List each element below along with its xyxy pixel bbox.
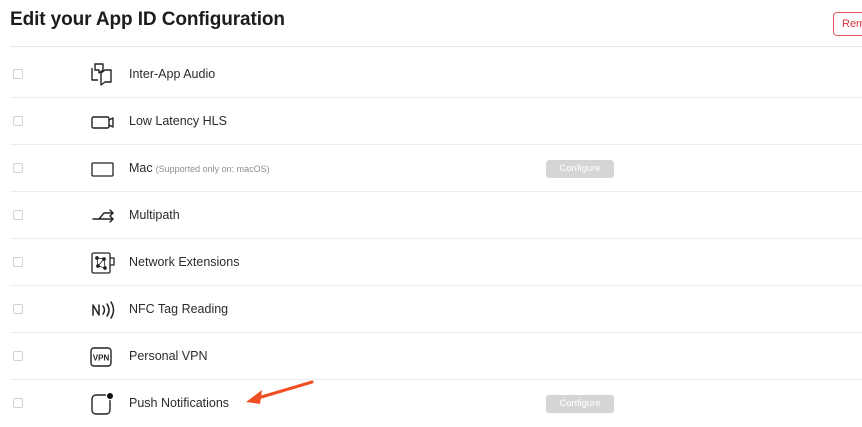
header-divider	[10, 46, 862, 47]
capability-row-nfc-tag-reading: NFC Tag Reading	[0, 286, 862, 333]
capability-checkbox[interactable]	[13, 351, 23, 361]
capability-checkbox[interactable]	[13, 69, 23, 79]
capability-label: Personal VPN	[129, 349, 208, 363]
network-extensions-icon	[89, 249, 117, 277]
page-title: Edit your App ID Configuration	[10, 9, 285, 30]
vpn-icon-text: VPN	[93, 354, 110, 363]
capability-row-multipath: Multipath	[0, 192, 862, 239]
capability-label: Inter-App Audio	[129, 67, 216, 81]
capability-checkbox[interactable]	[13, 163, 23, 173]
capability-checkbox[interactable]	[13, 257, 23, 267]
capability-row-low-latency-hls: Low Latency HLS	[0, 98, 862, 145]
remove-button[interactable]: Remove	[833, 12, 862, 36]
mac-icon	[89, 155, 117, 183]
capability-label: Push Notifications	[129, 396, 230, 410]
capability-row-inter-app-audio: Inter-App Audio	[0, 51, 862, 98]
capability-name: Mac	[129, 161, 153, 175]
configure-button[interactable]: Configure	[546, 395, 614, 413]
capability-label: Low Latency HLS	[129, 114, 227, 128]
personal-vpn-icon: VPN	[89, 343, 117, 371]
low-latency-hls-icon	[89, 108, 117, 136]
capability-label: NFC Tag Reading	[129, 302, 229, 316]
capability-label: Network Extensions	[129, 255, 240, 269]
multipath-icon	[89, 202, 117, 230]
capability-checkbox[interactable]	[13, 398, 23, 408]
capability-label: Mac (Supported only on: macOS)	[129, 161, 270, 175]
capability-row-personal-vpn: VPN Personal VPN	[0, 333, 862, 380]
page-header: Edit your App ID Configuration Remove	[0, 0, 862, 46]
capability-label: Multipath	[129, 208, 180, 222]
capability-row-mac: Mac (Supported only on: macOS) Configure	[0, 145, 862, 192]
capability-checkbox[interactable]	[13, 116, 23, 126]
capability-row-network-extensions: Network Extensions	[0, 239, 862, 286]
annotation-arrow-icon	[240, 376, 320, 410]
push-notifications-icon	[89, 390, 117, 418]
inter-app-audio-icon	[89, 61, 117, 89]
nfc-tag-reading-icon	[89, 296, 117, 324]
configure-button[interactable]: Configure	[546, 160, 614, 178]
capability-checkbox[interactable]	[13, 210, 23, 220]
capability-row-push-notifications: Push Notifications Configure	[0, 380, 862, 427]
capability-checkbox[interactable]	[13, 304, 23, 314]
capability-note: (Supported only on: macOS)	[155, 164, 270, 174]
